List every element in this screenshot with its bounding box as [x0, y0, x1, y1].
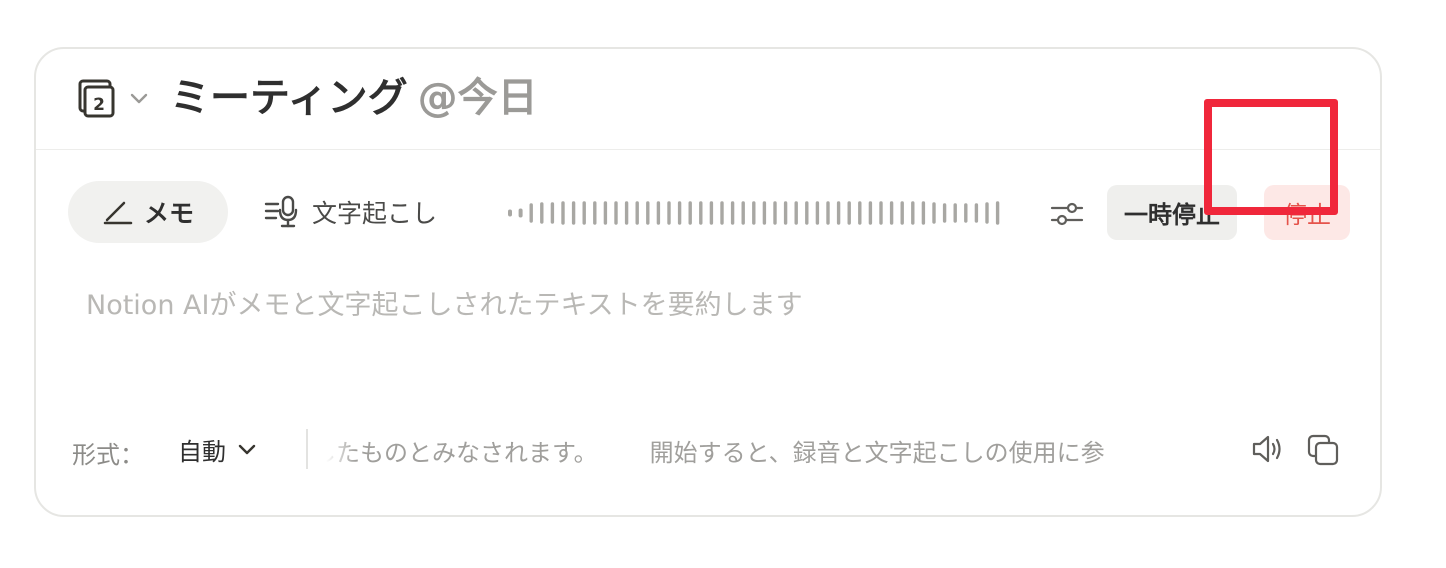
format-value: 自動 — [178, 437, 226, 466]
speaker-icon[interactable] — [1250, 433, 1284, 465]
pencil-icon — [103, 201, 133, 225]
consent-notice-part1: したものとみなされます。 — [326, 439, 598, 467]
date-mention[interactable]: @今日 — [418, 75, 538, 121]
format-label: 形式： — [72, 441, 144, 469]
stop-button[interactable]: 停止 — [1264, 185, 1350, 240]
consent-notice: したものとみなされます。 開始すると、録音と文字起こしの使用に参 — [326, 433, 1105, 468]
waveform-icon — [508, 201, 1000, 225]
title-text: ミーティング — [170, 75, 408, 121]
recording-toolbar: メモ 文字起こし 一時停止 停止 — [36, 149, 1380, 279]
chevron-down-icon[interactable] — [128, 87, 150, 109]
calendar-day: 2 — [93, 95, 105, 115]
calendar-icon[interactable]: 2 — [76, 79, 116, 119]
page-title[interactable]: ミーティング @今日 — [170, 69, 538, 127]
meeting-card: 2 ミーティング @今日 メモ 文字起こし 一時停止 停止 Notion AIが… — [34, 47, 1382, 517]
consent-notice-ticker: したものとみなされます。 開始すると、録音と文字起こしの使用に参 — [326, 429, 1236, 469]
meeting-header: 2 ミーティング @今日 — [36, 49, 1380, 150]
pause-button[interactable]: 一時停止 — [1107, 185, 1237, 240]
copy-icon[interactable] — [1306, 433, 1340, 467]
tab-memo-label: メモ — [143, 199, 194, 228]
summary-placeholder[interactable]: Notion AIがメモと文字起こしされたテキストを要約します — [86, 283, 803, 322]
transcript-mic-icon — [264, 195, 298, 228]
tab-memo[interactable]: メモ — [68, 181, 228, 243]
tab-transcript-label: 文字起こし — [312, 199, 438, 228]
footer-bar: 形式： 自動 したものとみなされます。 開始すると、録音と文字起こしの使用に参 — [36, 419, 1380, 479]
format-select[interactable]: 自動 — [178, 429, 258, 469]
tab-transcript[interactable]: 文字起こし — [264, 181, 437, 243]
sliders-icon[interactable] — [1049, 199, 1085, 229]
consent-notice-part2: 開始すると、録音と文字起こしの使用に参 — [649, 439, 1105, 467]
divider — [306, 429, 308, 469]
chevron-down-icon — [238, 444, 256, 455]
